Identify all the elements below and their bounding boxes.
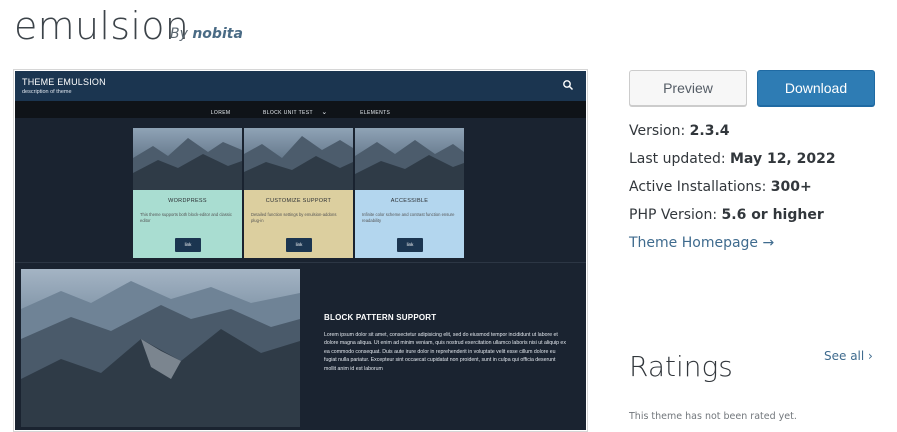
card-text: Infinite color scheme and contrast funct… <box>362 212 455 223</box>
preview-nav: LOREM BLOCK UNIT TEST ⌄ ELEMENTS <box>15 101 586 118</box>
installations-row: Active Installations: 300+ <box>629 179 812 195</box>
preview-card: WORDPRESS This theme supports both block… <box>133 128 242 258</box>
card-text: This theme supports both block-editor an… <box>140 212 232 223</box>
mountain-image <box>244 128 353 190</box>
installations-label: Active Installations: <box>629 179 767 195</box>
by-label: By <box>170 26 188 42</box>
preview-header: THEME EMULSION description of theme <box>15 71 586 101</box>
preview-button[interactable]: Preview <box>629 70 747 106</box>
preview-nav-item: LOREM <box>210 110 231 116</box>
version-row: Version: 2.3.4 <box>629 123 730 139</box>
preview-site-description: description of theme <box>22 89 72 95</box>
php-version-label: PHP Version: <box>629 207 718 223</box>
card-link-button: link <box>286 238 312 252</box>
pattern-title: BLOCK PATTERN SUPPORT <box>324 313 437 322</box>
theme-author: By nobita <box>170 26 243 42</box>
preview-card: CUSTOMIZE SUPPORT Detailed function sett… <box>244 128 353 258</box>
card-title: WORDPRESS <box>168 198 207 204</box>
card-link-button: link <box>397 238 423 252</box>
card-title: CUSTOMIZE SUPPORT <box>265 198 332 204</box>
chevron-down-icon: ⌄ <box>321 109 328 116</box>
version-value: 2.3.4 <box>689 123 730 139</box>
mountain-image <box>133 128 242 190</box>
theme-homepage-link[interactable]: Theme Homepage → <box>629 235 774 251</box>
preview-nav-item: BLOCK UNIT TEST <box>262 110 313 116</box>
php-version-value: 5.6 or higher <box>721 207 824 223</box>
preview-card: ACCESSIBLE Infinite color scheme and con… <box>355 128 464 258</box>
installations-value: 300+ <box>770 179 812 195</box>
card-link-button: link <box>175 238 201 252</box>
pattern-text: Lorem ipsum dolor sit amet, consectetur … <box>324 332 566 372</box>
card-text: Detailed function settings by emulsion-a… <box>251 212 337 223</box>
preview-site-title: THEME EMULSION <box>22 77 106 87</box>
last-updated-value: May 12, 2022 <box>730 151 836 167</box>
author-link[interactable]: nobita <box>192 26 243 42</box>
download-button[interactable]: Download <box>757 70 875 106</box>
theme-title: emulsion <box>14 4 190 48</box>
theme-screenshot: THEME EMULSION description of theme LORE… <box>13 69 588 432</box>
mountain-image <box>21 269 300 427</box>
version-label: Version: <box>629 123 686 139</box>
preview-nav-item: ELEMENTS <box>360 110 391 116</box>
mountain-image <box>355 128 464 190</box>
card-title: ACCESSIBLE <box>390 198 429 204</box>
last-updated-row: Last updated: May 12, 2022 <box>629 151 836 167</box>
last-updated-label: Last updated: <box>629 151 726 167</box>
see-all-link[interactable]: See all › <box>824 349 873 363</box>
no-ratings-text: This theme has not been rated yet. <box>629 411 797 422</box>
search-icon <box>563 80 574 91</box>
ratings-heading: Ratings <box>629 350 733 383</box>
php-version-row: PHP Version: 5.6 or higher <box>629 207 824 223</box>
block-pattern-section: BLOCK PATTERN SUPPORT Lorem ipsum dolor … <box>15 262 586 430</box>
